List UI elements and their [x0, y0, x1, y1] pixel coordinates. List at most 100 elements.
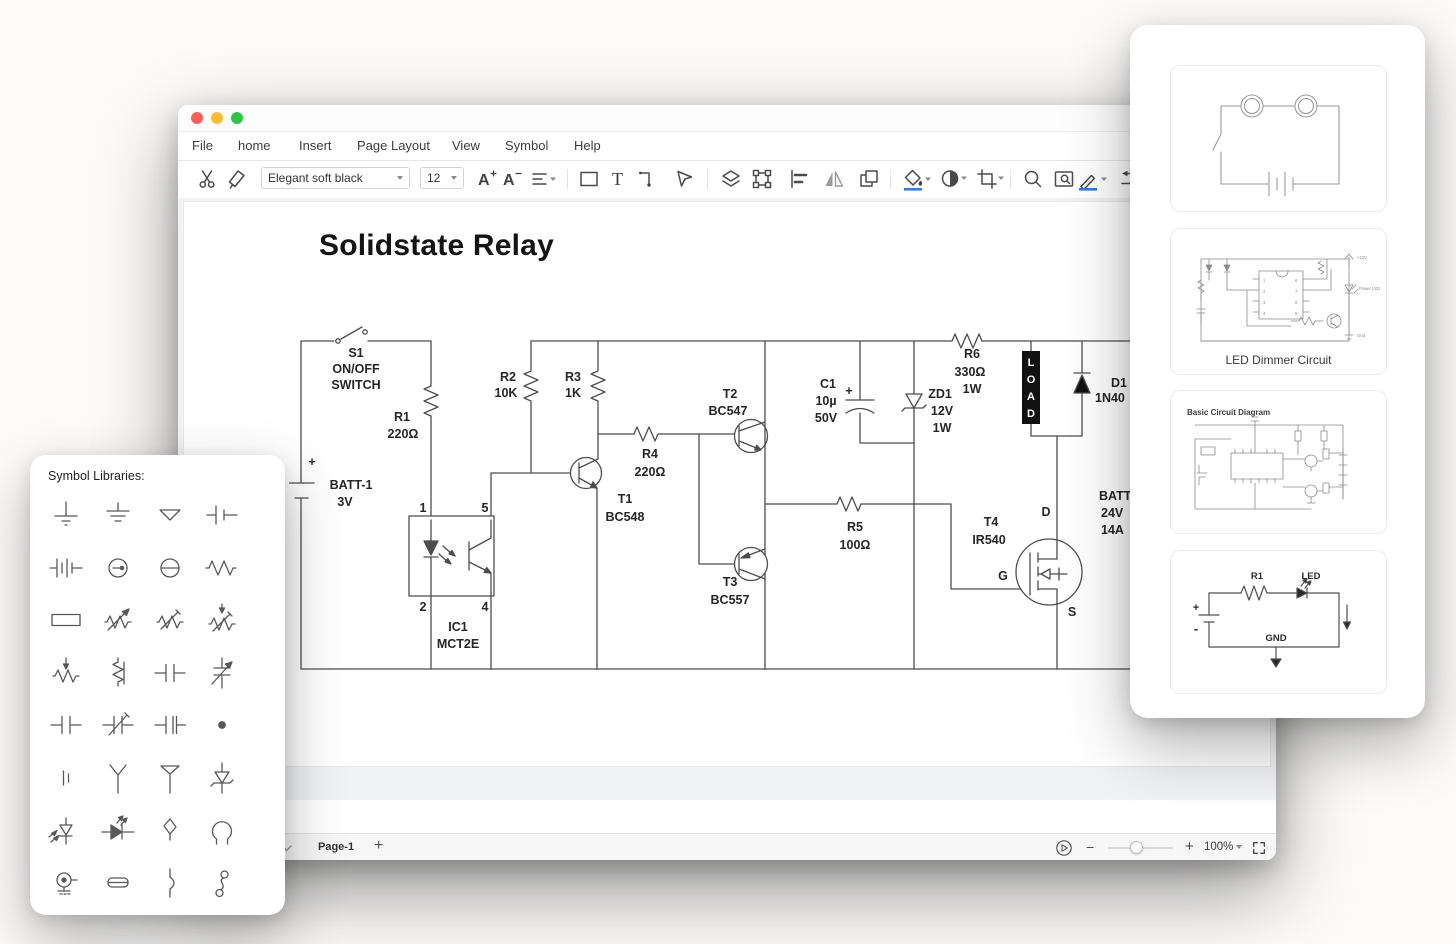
- arrange-icon[interactable]: [857, 167, 881, 191]
- menu-file[interactable]: File: [192, 138, 213, 153]
- svg-text:220Ω[interactable]: 220Ω: [388, 427, 419, 441]
- resistor-box-symbol[interactable]: [46, 600, 86, 640]
- zener-diode-symbol[interactable]: [202, 758, 242, 798]
- earth-ground-symbol[interactable]: [46, 495, 86, 535]
- zoom-window-button[interactable]: [231, 112, 243, 124]
- fullscreen-icon[interactable]: [1251, 840, 1267, 856]
- svg-text:MCT2E[interactable]: MCT2E: [437, 637, 479, 651]
- label-r2[interactable]: R2: [500, 370, 516, 384]
- svg-text:SWITCH[interactable]: SWITCH: [331, 378, 380, 392]
- label-d1[interactable]: D1: [1111, 376, 1127, 390]
- minimize-window-button[interactable]: [211, 112, 223, 124]
- small-capacitor-symbol[interactable]: [46, 758, 86, 798]
- template-card-led-circuit[interactable]: R1 LED GND + -: [1170, 550, 1387, 694]
- label-batt1-plus[interactable]: +: [308, 455, 315, 469]
- svg-text:3V[interactable]: 3V: [337, 495, 353, 509]
- add-page-button[interactable]: +: [374, 837, 383, 855]
- zoom-in-button[interactable]: +: [1185, 838, 1194, 855]
- fill-color-icon[interactable]: [901, 167, 931, 192]
- format-painter-icon[interactable]: [224, 167, 248, 191]
- thermistor-symbol[interactable]: [98, 653, 138, 693]
- label-r4[interactable]: R4: [642, 447, 658, 461]
- find-replace-icon[interactable]: [1052, 167, 1076, 191]
- antenna-symbol[interactable]: [98, 758, 138, 798]
- spark-gap-symbol[interactable]: [150, 863, 190, 903]
- trimmer-capacitor-symbol[interactable]: [98, 705, 138, 745]
- label-ic1[interactable]: IC1: [448, 620, 468, 634]
- label-r3[interactable]: R3: [565, 370, 581, 384]
- label-batt2[interactable]: BATT: [1099, 489, 1132, 503]
- label-zd1[interactable]: ZD1: [928, 387, 952, 401]
- zoom-out-button[interactable]: −: [1086, 839, 1094, 855]
- menu-help[interactable]: Help: [574, 138, 601, 153]
- varistor-symbol[interactable]: [46, 653, 86, 693]
- text-tool-icon[interactable]: T: [606, 167, 630, 191]
- svg-text:BC547[interactable]: BC547: [709, 404, 748, 418]
- template-card-series-lamp[interactable]: [1170, 65, 1387, 212]
- label-t4[interactable]: T4: [984, 515, 999, 529]
- font-size-select[interactable]: 12: [420, 167, 464, 189]
- preset-resistor-symbol[interactable]: [202, 600, 242, 640]
- label-r6[interactable]: R6: [964, 347, 980, 361]
- svg-text:220Ω[interactable]: 220Ω: [635, 465, 666, 479]
- svg-text:50V[interactable]: 50V: [815, 411, 838, 425]
- zoom-slider-handle[interactable]: [1130, 841, 1143, 854]
- photodiode-symbol[interactable]: [46, 810, 86, 850]
- svg-text:IR540[interactable]: IR540: [972, 533, 1005, 547]
- label-t1[interactable]: T1: [618, 492, 633, 506]
- menu-page-layout[interactable]: Page Layout: [357, 138, 430, 153]
- flip-icon[interactable]: [822, 167, 846, 191]
- cell-symbol[interactable]: [202, 495, 242, 535]
- potentiometer-symbol[interactable]: [150, 600, 190, 640]
- variable-capacitor-symbol[interactable]: [202, 653, 242, 693]
- chevron-down-icon[interactable]: [1236, 845, 1242, 849]
- antenna-triangle-symbol[interactable]: [150, 758, 190, 798]
- voltage-source-symbol[interactable]: [150, 548, 190, 588]
- svg-text:10K[interactable]: 10K: [495, 386, 518, 400]
- variable-resistor-symbol[interactable]: [98, 600, 138, 640]
- svg-text:100Ω[interactable]: 100Ω: [840, 538, 871, 552]
- microphone-symbol[interactable]: [46, 863, 86, 903]
- menu-symbol[interactable]: Symbol: [505, 138, 548, 153]
- svg-text:1W[interactable]: 1W: [963, 382, 982, 396]
- resistor-symbol[interactable]: [202, 548, 242, 588]
- menu-insert[interactable]: Insert: [299, 138, 332, 153]
- line-color-icon[interactable]: [1076, 167, 1108, 192]
- led-symbol[interactable]: [98, 810, 138, 850]
- zoom-level[interactable]: 100%: [1204, 841, 1233, 853]
- label-batt1[interactable]: BATT-1: [330, 478, 373, 492]
- diagram-title[interactable]: Solidstate Relay: [319, 229, 554, 263]
- group-icon[interactable]: [750, 167, 774, 191]
- svg-text:1N40[interactable]: 1N40: [1095, 391, 1125, 405]
- font-family-select[interactable]: Elegant soft black: [261, 167, 410, 189]
- label-r1[interactable]: R1: [394, 410, 410, 424]
- chassis-ground-symbol[interactable]: [98, 495, 138, 535]
- svg-text:BC548[interactable]: BC548: [606, 510, 645, 524]
- drawing-canvas[interactable]: Solidstate Relay S1 ON/OFF SWITCH + BATT…: [178, 198, 1276, 833]
- label-t2[interactable]: T2: [723, 387, 738, 401]
- select-tool-icon[interactable]: [672, 167, 696, 191]
- svg-text:ON/OFF[interactable]: ON/OFF: [332, 362, 380, 376]
- close-window-button[interactable]: [191, 112, 203, 124]
- svg-text:1W[interactable]: 1W: [933, 421, 952, 435]
- signal-ground-symbol[interactable]: [150, 495, 190, 535]
- shape-style-icon[interactable]: [939, 167, 969, 191]
- search-icon[interactable]: [1021, 167, 1045, 191]
- varactor-symbol[interactable]: [150, 810, 190, 850]
- menu-view[interactable]: View: [452, 138, 480, 153]
- circuit-diagram[interactable]: S1 ON/OFF SWITCH + BATT-1 3V R1 220Ω R2 …: [289, 316, 1134, 686]
- svg-text:14A[interactable]: 14A: [1101, 523, 1124, 537]
- junction-symbol[interactable]: [202, 705, 242, 745]
- page-tab[interactable]: Page-1: [318, 841, 354, 853]
- cut-icon[interactable]: [195, 167, 219, 191]
- polarized-capacitor-symbol[interactable]: [150, 705, 190, 745]
- svg-text:10µ[interactable]: 10µ: [815, 394, 836, 408]
- shape-tool-icon[interactable]: [577, 167, 601, 191]
- svg-text:12V[interactable]: 12V: [931, 404, 954, 418]
- template-card-basic-circuit[interactable]: Basic Circuit Diagram: [1170, 390, 1387, 534]
- label-r5[interactable]: R5: [847, 520, 863, 534]
- menu-home[interactable]: home: [238, 138, 271, 153]
- crop-icon[interactable]: [975, 167, 1005, 191]
- connector-tool-icon[interactable]: [636, 167, 660, 191]
- label-t3[interactable]: T3: [723, 575, 738, 589]
